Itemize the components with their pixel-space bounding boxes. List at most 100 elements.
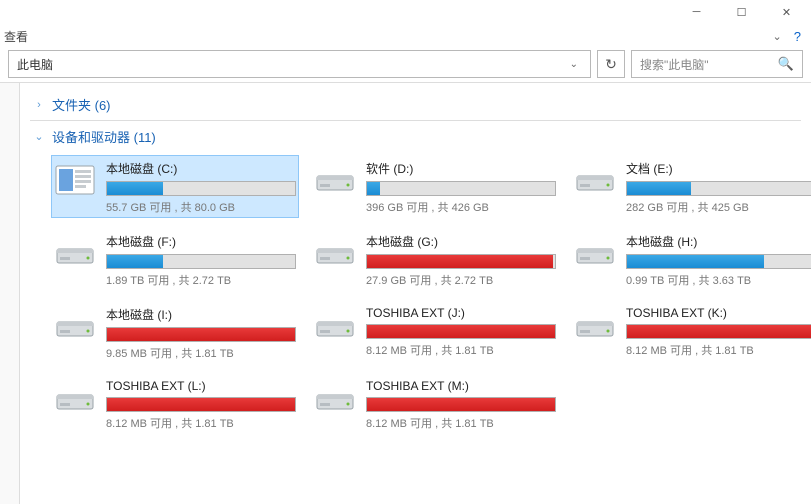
hdd-icon: [314, 235, 356, 271]
drive-name: TOSHIBA EXT (L:): [106, 379, 296, 393]
system-drive-icon: [54, 162, 96, 198]
drive-info: TOSHIBA EXT (J:) 8.12 MB 可用 , 共 1.81 TB: [366, 304, 556, 358]
hdd-icon: [54, 381, 96, 417]
drive-item[interactable]: 软件 (D:) 396 GB 可用 , 共 426 GB: [312, 156, 558, 217]
drive-item[interactable]: TOSHIBA EXT (K:) 8.12 MB 可用 , 共 1.81 TB: [572, 302, 811, 363]
capacity-bar: [106, 327, 296, 342]
navigation-pane[interactable]: [0, 83, 20, 504]
drive-info: TOSHIBA EXT (K:) 8.12 MB 可用 , 共 1.81 TB: [626, 304, 811, 358]
address-bar-row: 此电脑 ⌄ ↻ 搜索"此电脑" 🔍: [0, 46, 811, 82]
drive-name: 本地磁盘 (G:): [366, 233, 556, 250]
hdd-icon: [574, 308, 616, 344]
drive-name: 本地磁盘 (C:): [106, 160, 296, 177]
drive-item[interactable]: TOSHIBA EXT (M:) 8.12 MB 可用 , 共 1.81 TB: [312, 375, 558, 433]
drive-stat: 1.89 TB 可用 , 共 2.72 TB: [106, 272, 296, 288]
hdd-icon: [574, 162, 616, 198]
drive-stat: 8.12 MB 可用 , 共 1.81 TB: [626, 342, 811, 358]
capacity-bar: [106, 181, 296, 196]
capacity-bar-fill: [367, 325, 555, 338]
hdd-icon: [314, 381, 356, 417]
content-area: › 文件夹 (6) ⌄ 设备和驱动器 (11) 本地磁盘 (C:) 55.7 GB…: [0, 82, 811, 504]
drive-stat: 8.12 MB 可用 , 共 1.81 TB: [366, 342, 556, 358]
drives-grid: 本地磁盘 (C:) 55.7 GB 可用 , 共 80.0 GB 软件 (D:) 3…: [30, 152, 801, 443]
drive-stat: 27.9 GB 可用 , 共 2.72 TB: [366, 272, 556, 288]
drive-name: 文档 (E:): [626, 160, 811, 177]
drive-stat: 8.12 MB 可用 , 共 1.81 TB: [106, 415, 296, 431]
drive-stat: 8.12 MB 可用 , 共 1.81 TB: [366, 415, 556, 431]
chevron-down-icon[interactable]: ⌄: [767, 30, 788, 43]
hdd-icon: [314, 162, 356, 198]
drive-stat: 9.85 MB 可用 , 共 1.81 TB: [106, 345, 296, 361]
drive-info: TOSHIBA EXT (L:) 8.12 MB 可用 , 共 1.81 TB: [106, 377, 296, 431]
capacity-bar: [626, 181, 811, 196]
capacity-bar: [106, 397, 296, 412]
capacity-bar-fill: [627, 182, 691, 195]
drive-item[interactable]: 本地磁盘 (H:) 0.99 TB 可用 , 共 3.63 TB: [572, 229, 811, 290]
drive-item[interactable]: 本地磁盘 (C:) 55.7 GB 可用 , 共 80.0 GB: [52, 156, 298, 217]
capacity-bar-fill: [107, 255, 163, 268]
drive-item[interactable]: TOSHIBA EXT (L:) 8.12 MB 可用 , 共 1.81 TB: [52, 375, 298, 433]
maximize-button[interactable]: ☐: [719, 0, 764, 24]
drive-info: 本地磁盘 (G:) 27.9 GB 可用 , 共 2.72 TB: [366, 231, 556, 288]
capacity-bar: [366, 397, 556, 412]
capacity-bar: [366, 254, 556, 269]
drive-name: 本地磁盘 (H:): [626, 233, 811, 250]
chevron-down-icon: ⌄: [32, 130, 46, 143]
group-folders[interactable]: › 文件夹 (6): [30, 91, 801, 120]
drive-info: 本地磁盘 (H:) 0.99 TB 可用 , 共 3.63 TB: [626, 231, 811, 288]
chevron-down-icon[interactable]: ⌄: [566, 59, 582, 70]
drive-item[interactable]: TOSHIBA EXT (J:) 8.12 MB 可用 , 共 1.81 TB: [312, 302, 558, 363]
divider: [30, 120, 801, 121]
capacity-bar: [626, 254, 811, 269]
menu-view[interactable]: 查看: [4, 28, 28, 45]
capacity-bar-fill: [107, 182, 163, 195]
help-icon[interactable]: ?: [788, 29, 807, 44]
chevron-right-icon: ›: [32, 99, 46, 111]
drive-item[interactable]: 本地磁盘 (F:) 1.89 TB 可用 , 共 2.72 TB: [52, 229, 298, 290]
drive-name: TOSHIBA EXT (K:): [626, 306, 811, 320]
capacity-bar: [626, 324, 811, 339]
group-devices[interactable]: ⌄ 设备和驱动器 (11): [30, 123, 801, 152]
capacity-bar-fill: [107, 398, 295, 411]
address-bar[interactable]: 此电脑 ⌄: [8, 50, 591, 78]
capacity-bar: [366, 181, 556, 196]
menu-bar: 查看 ⌄ ?: [0, 26, 811, 46]
drive-stat: 282 GB 可用 , 共 425 GB: [626, 199, 811, 215]
capacity-bar-fill: [627, 325, 811, 338]
drive-item[interactable]: 本地磁盘 (G:) 27.9 GB 可用 , 共 2.72 TB: [312, 229, 558, 290]
capacity-bar-fill: [107, 328, 295, 341]
drive-info: TOSHIBA EXT (M:) 8.12 MB 可用 , 共 1.81 TB: [366, 377, 556, 431]
group-folders-label: 文件夹 (6): [52, 95, 111, 114]
address-path: 此电脑: [17, 56, 566, 73]
drive-info: 文档 (E:) 282 GB 可用 , 共 425 GB: [626, 158, 811, 215]
drive-name: 本地磁盘 (F:): [106, 233, 296, 250]
capacity-bar-fill: [367, 255, 553, 268]
capacity-bar: [106, 254, 296, 269]
refresh-button[interactable]: ↻: [597, 50, 625, 78]
search-input[interactable]: 搜索"此电脑" 🔍: [631, 50, 803, 78]
drive-item[interactable]: 文档 (E:) 282 GB 可用 , 共 425 GB: [572, 156, 811, 217]
drive-name: TOSHIBA EXT (M:): [366, 379, 556, 393]
drive-stat: 396 GB 可用 , 共 426 GB: [366, 199, 556, 215]
capacity-bar-fill: [367, 398, 555, 411]
capacity-bar: [366, 324, 556, 339]
hdd-icon: [574, 235, 616, 271]
drive-name: TOSHIBA EXT (J:): [366, 306, 556, 320]
drive-item[interactable]: 本地磁盘 (I:) 9.85 MB 可用 , 共 1.81 TB: [52, 302, 298, 363]
drive-info: 本地磁盘 (F:) 1.89 TB 可用 , 共 2.72 TB: [106, 231, 296, 288]
capacity-bar-fill: [367, 182, 380, 195]
drive-stat: 55.7 GB 可用 , 共 80.0 GB: [106, 199, 296, 215]
minimize-button[interactable]: ─: [674, 0, 719, 24]
drive-info: 软件 (D:) 396 GB 可用 , 共 426 GB: [366, 158, 556, 215]
search-icon: 🔍: [778, 56, 794, 72]
capacity-bar-fill: [627, 255, 764, 268]
drive-name: 本地磁盘 (I:): [106, 306, 296, 323]
close-button[interactable]: ✕: [764, 0, 809, 24]
hdd-icon: [54, 235, 96, 271]
hdd-icon: [314, 308, 356, 344]
drive-stat: 0.99 TB 可用 , 共 3.63 TB: [626, 272, 811, 288]
main-pane: › 文件夹 (6) ⌄ 设备和驱动器 (11) 本地磁盘 (C:) 55.7 GB…: [20, 83, 811, 504]
search-placeholder: 搜索"此电脑": [640, 56, 778, 73]
hdd-icon: [54, 308, 96, 344]
drive-name: 软件 (D:): [366, 160, 556, 177]
